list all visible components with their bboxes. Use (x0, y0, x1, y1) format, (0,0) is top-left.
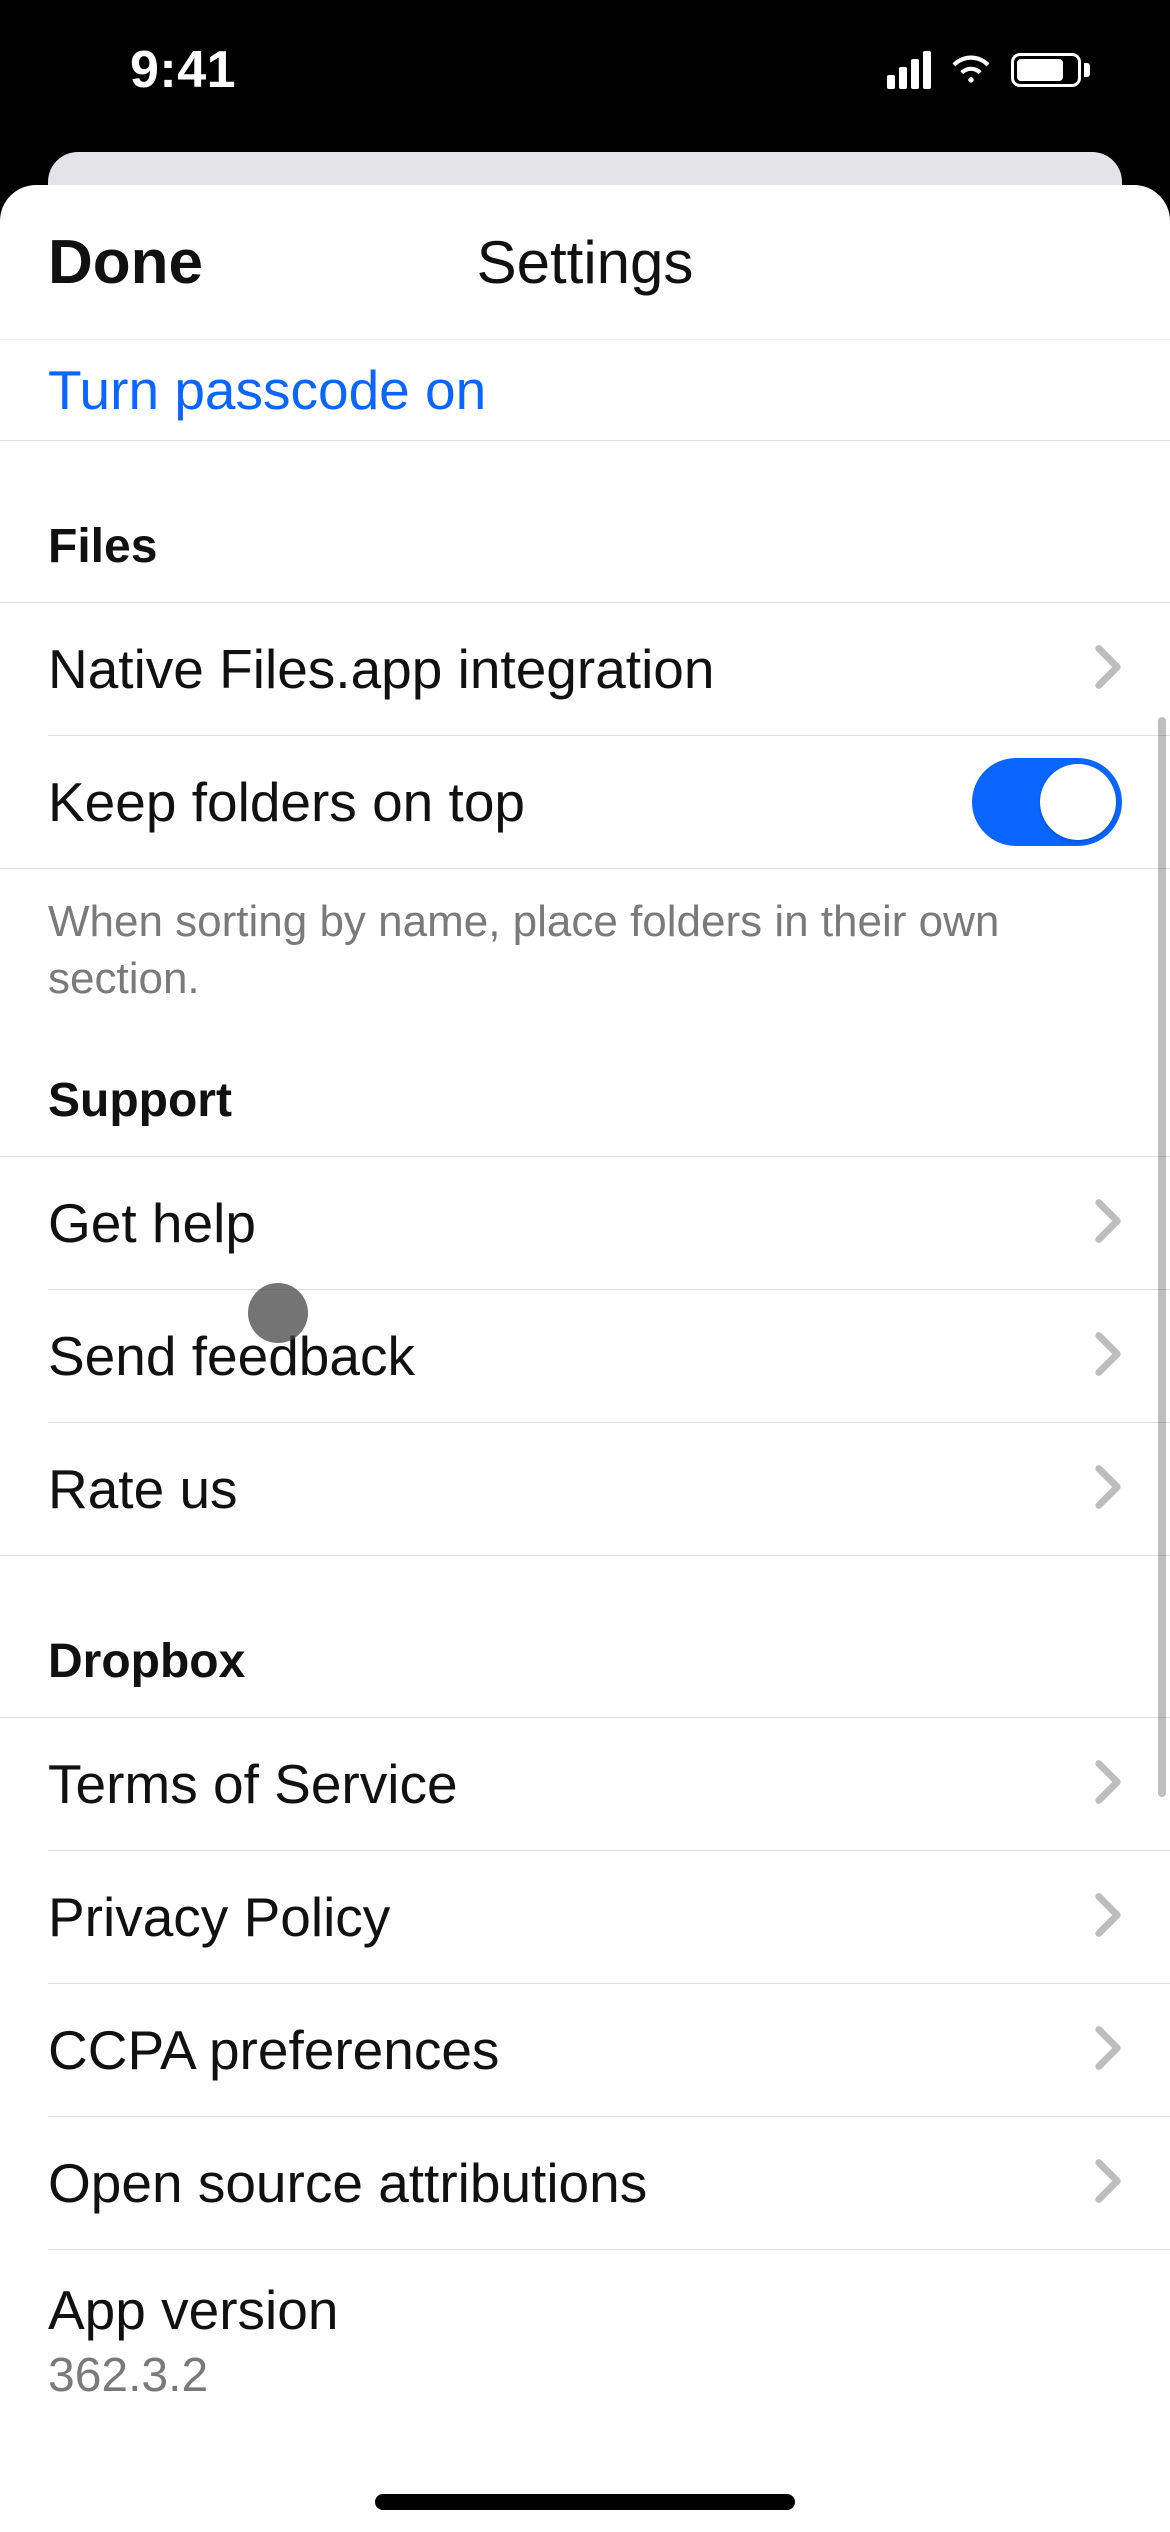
chevron-right-icon (1094, 2025, 1122, 2076)
app-version-value: 362.3.2 (0, 2348, 1170, 2429)
send-feedback-label: Send feedback (48, 1324, 415, 1388)
open-source-row[interactable]: Open source attributions (0, 2117, 1170, 2249)
keep-folders-label: Keep folders on top (48, 770, 525, 834)
settings-sheet: Done Settings Turn passcode on Files Nat… (0, 185, 1170, 2532)
toggle-knob (1040, 764, 1116, 840)
turn-passcode-on-row[interactable]: Turn passcode on (0, 340, 1170, 440)
section-header-files: Files (0, 441, 1170, 602)
app-version-label: App version (48, 2278, 338, 2342)
chevron-right-icon (1094, 644, 1122, 695)
chevron-right-icon (1094, 1464, 1122, 1515)
open-source-label: Open source attributions (48, 2151, 647, 2215)
get-help-row[interactable]: Get help (0, 1157, 1170, 1289)
get-help-label: Get help (48, 1191, 256, 1255)
ccpa-label: CCPA preferences (48, 2018, 499, 2082)
settings-content[interactable]: Turn passcode on Files Native Files.app … (0, 340, 1170, 2532)
privacy-policy-row[interactable]: Privacy Policy (0, 1851, 1170, 1983)
battery-icon (1011, 53, 1090, 87)
chevron-right-icon (1094, 1198, 1122, 1249)
ccpa-preferences-row[interactable]: CCPA preferences (0, 1984, 1170, 2116)
keep-folders-on-top-row: Keep folders on top (0, 736, 1170, 868)
send-feedback-row[interactable]: Send feedback (0, 1290, 1170, 1422)
status-time: 9:41 (130, 40, 236, 100)
native-files-label: Native Files.app integration (48, 637, 714, 701)
keep-folders-footer: When sorting by name, place folders in t… (0, 869, 1170, 1015)
rate-us-label: Rate us (48, 1457, 238, 1521)
section-header-support: Support (0, 1015, 1170, 1156)
chevron-right-icon (1094, 1331, 1122, 1382)
cellular-icon (887, 51, 931, 89)
terms-of-service-row[interactable]: Terms of Service (0, 1718, 1170, 1850)
touch-indicator (248, 1283, 308, 1343)
chevron-right-icon (1094, 2158, 1122, 2209)
native-files-row[interactable]: Native Files.app integration (0, 603, 1170, 735)
scroll-indicator[interactable] (1158, 717, 1166, 1797)
chevron-right-icon (1094, 1759, 1122, 1810)
app-version-row: App version (0, 2250, 1170, 2348)
privacy-label: Privacy Policy (48, 1885, 390, 1949)
home-indicator[interactable] (375, 2494, 795, 2510)
status-icons (887, 46, 1110, 95)
device-frame: 9:41 Done Settings Turn passcode on File… (0, 0, 1170, 2532)
tos-label: Terms of Service (48, 1752, 458, 1816)
keep-folders-toggle[interactable] (972, 758, 1122, 846)
section-header-dropbox: Dropbox (0, 1556, 1170, 1717)
chevron-right-icon (1094, 1892, 1122, 1943)
page-title: Settings (477, 228, 694, 297)
nav-bar: Done Settings (0, 185, 1170, 340)
rate-us-row[interactable]: Rate us (0, 1423, 1170, 1555)
done-button[interactable]: Done (48, 227, 203, 298)
status-bar: 9:41 (0, 0, 1170, 140)
turn-passcode-on-label: Turn passcode on (48, 358, 486, 422)
wifi-icon (949, 46, 993, 95)
